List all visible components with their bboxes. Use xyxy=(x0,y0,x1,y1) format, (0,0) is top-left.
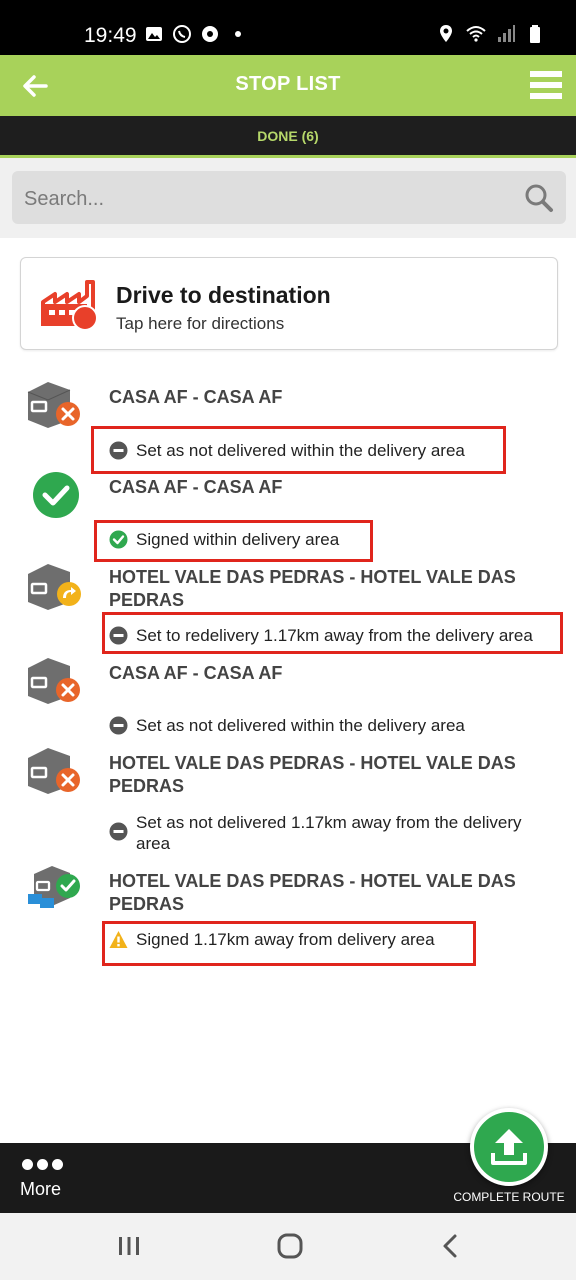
stop-title: CASA AF - CASA AF xyxy=(109,477,283,497)
tab-bar: DONE (6) xyxy=(0,116,576,158)
stop-title: HOTEL VALE DAS PEDRAS - HOTEL VALE DAS P… xyxy=(109,567,516,610)
stop-title: HOTEL VALE DAS PEDRAS - HOTEL VALE DAS P… xyxy=(109,753,516,796)
whatsapp-icon xyxy=(173,25,191,43)
system-nav-bar xyxy=(0,1213,576,1280)
tab-done[interactable]: DONE (6) xyxy=(0,128,576,144)
factory-compass-icon xyxy=(41,280,98,331)
box-x-icon xyxy=(28,658,80,704)
signal-icon xyxy=(498,25,515,42)
search-box xyxy=(12,171,566,224)
battery-icon xyxy=(530,25,540,43)
stop-status-text: Set as not delivered 1.17km away from th… xyxy=(136,813,522,853)
status-notification-icons xyxy=(144,24,248,44)
highlight-box xyxy=(102,612,563,654)
stop-title: CASA AF - CASA AF xyxy=(109,387,283,407)
page-title: STOP LIST xyxy=(235,73,341,95)
location-icon xyxy=(440,25,452,42)
status-bar: 19:49 xyxy=(0,0,576,55)
ball-icon xyxy=(202,26,218,42)
more-dots-icon xyxy=(22,1159,80,1170)
stop-title: HOTEL VALE DAS PEDRAS - HOTEL VALE DAS P… xyxy=(109,871,516,914)
complete-route-button[interactable] xyxy=(470,1108,548,1186)
stop-title: CASA AF - CASA AF xyxy=(109,663,283,683)
back-nav-icon[interactable] xyxy=(436,1231,466,1261)
status-system-icons xyxy=(436,24,546,44)
gallery-icon xyxy=(146,27,162,41)
minus-circle-icon xyxy=(109,716,128,735)
search-area xyxy=(0,158,576,238)
complete-route-label: COMPLETE ROUTE xyxy=(453,1190,565,1204)
destination-subtitle: Tap here for directions xyxy=(116,314,285,333)
box-signed-icon xyxy=(28,866,80,908)
box-x-icon xyxy=(27,382,80,428)
destination-title: Drive to destination xyxy=(116,282,331,308)
box-redelivery-icon xyxy=(28,564,81,610)
highlight-box xyxy=(91,426,506,474)
status-time: 19:49 xyxy=(84,24,137,47)
stop-status: Set as not delivered 1.17km away from th… xyxy=(109,812,554,854)
search-input[interactable] xyxy=(24,184,524,214)
upload-arrow-icon xyxy=(491,1129,527,1165)
dot-icon xyxy=(235,31,241,37)
wifi-icon xyxy=(466,26,486,42)
box-x-icon xyxy=(28,748,80,794)
hamburger-menu-icon[interactable] xyxy=(530,71,562,101)
more-label: More xyxy=(20,1179,62,1199)
highlight-box xyxy=(94,520,373,562)
app-bar: STOP LIST xyxy=(0,55,576,116)
stop-status-text: Set as not delivered within the delivery… xyxy=(136,716,465,735)
recent-apps-icon[interactable] xyxy=(114,1231,144,1261)
home-icon[interactable] xyxy=(275,1231,305,1261)
drive-to-destination-card[interactable]: Drive to destination Tap here for direct… xyxy=(20,257,558,350)
highlight-box xyxy=(102,921,476,966)
stop-status: Set as not delivered within the delivery… xyxy=(109,715,465,736)
check-circle-icon xyxy=(33,472,79,518)
minus-circle-icon xyxy=(109,822,128,841)
search-icon[interactable] xyxy=(524,183,554,213)
more-button[interactable]: More xyxy=(20,1159,80,1205)
